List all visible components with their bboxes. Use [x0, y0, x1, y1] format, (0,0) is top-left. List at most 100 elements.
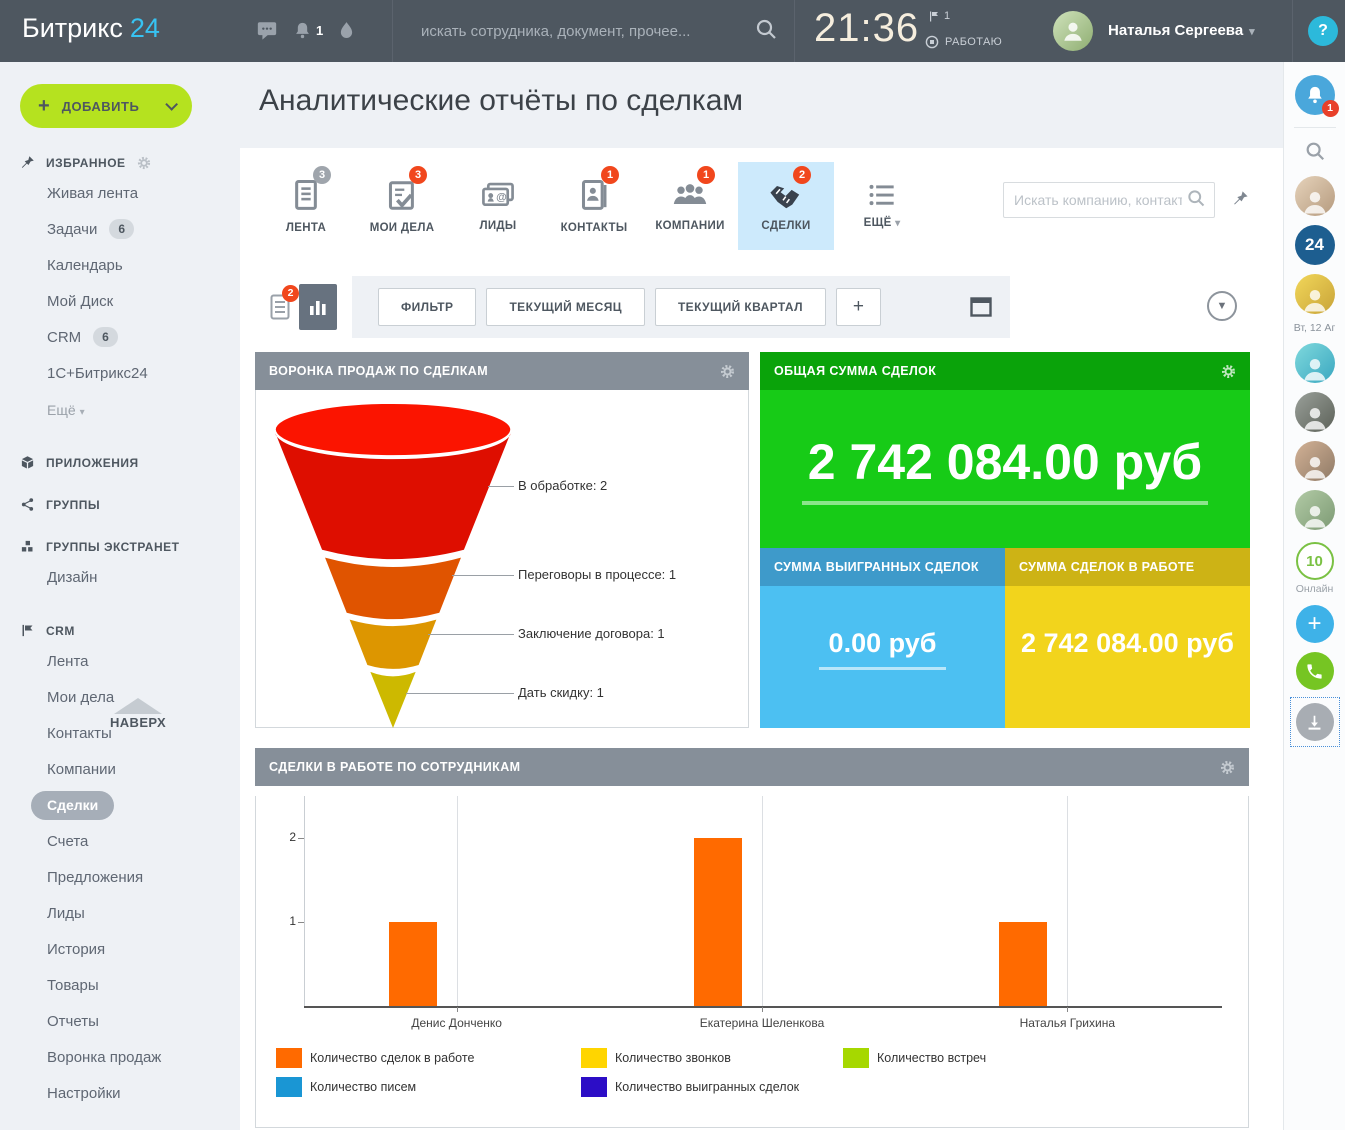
- rail-avatar-3[interactable]: [1295, 343, 1335, 383]
- sidebar-item-deals[interactable]: Сделки: [0, 788, 240, 824]
- x-tick-mark: [1067, 1007, 1068, 1012]
- content-card: ЛЕНТА3МОИ ДЕЛА3@ЛИДЫКОНТАКТЫ1КОМПАНИИ1СД…: [240, 148, 1283, 1130]
- funnel-connector: [428, 634, 514, 635]
- sidebar-section-header[interactable]: ПРИЛОЖЕНИЯ: [0, 455, 240, 470]
- sidebar-item-settings[interactable]: Настройки: [0, 1076, 240, 1112]
- crm-search-input[interactable]: [1004, 192, 1186, 208]
- bar-0[interactable]: [389, 922, 437, 1006]
- won-sum-value[interactable]: 0.00 руб: [819, 628, 947, 670]
- tab-more[interactable]: ЕЩЁ ▾: [834, 162, 930, 250]
- online-users-button[interactable]: 10: [1296, 542, 1334, 580]
- bar-2[interactable]: [999, 922, 1047, 1006]
- gear-icon[interactable]: [1220, 760, 1235, 775]
- back-to-top-button[interactable]: НАВЕРХ: [78, 698, 198, 732]
- add-button[interactable]: + ДОБАВИТЬ: [20, 84, 192, 128]
- sidebar-item-calendar[interactable]: Календарь: [0, 248, 240, 284]
- legend-item[interactable]: Количество сделок в работе: [276, 1048, 581, 1068]
- x-tick-mark: [457, 1007, 458, 1012]
- sidebar-item-1c-bitrix24[interactable]: 1С+Битрикс24: [0, 356, 240, 392]
- drop-icon[interactable]: [339, 21, 354, 40]
- rail-avatar-2[interactable]: [1295, 274, 1335, 314]
- clock[interactable]: 21:36: [814, 6, 919, 51]
- board-view-icon[interactable]: [970, 297, 992, 317]
- sidebar-section-header[interactable]: ГРУППЫ: [0, 497, 240, 512]
- help-button[interactable]: ?: [1308, 16, 1338, 46]
- won-sum-header: СУММА ВЫИГРАННЫХ СДЕЛОК: [760, 548, 1005, 586]
- sidebar-item-more[interactable]: Ещё▾: [0, 392, 240, 428]
- rail-avatar-5[interactable]: [1295, 441, 1335, 481]
- legend-item[interactable]: Количество писем: [276, 1077, 581, 1097]
- add-filter-button[interactable]: +: [836, 288, 882, 326]
- notifications-bell-icon[interactable]: 1: [294, 21, 323, 40]
- sidebar-section-header[interactable]: ИЗБРАННОЕ: [0, 155, 240, 170]
- sidebar-item-crm[interactable]: CRM6: [0, 320, 240, 356]
- search-icon[interactable]: [1186, 188, 1206, 213]
- rail-bitrix24-badge[interactable]: 24: [1295, 225, 1335, 265]
- legend-item[interactable]: Количество звонков: [581, 1048, 843, 1068]
- sidebar-item-label: 1С+Битрикс24: [47, 365, 148, 382]
- sidebar-item-feed[interactable]: Лента: [0, 644, 240, 680]
- sidebar-item-design[interactable]: Дизайн: [0, 560, 240, 596]
- flag-counter[interactable]: 1: [928, 10, 950, 23]
- tab-my-activities[interactable]: МОИ ДЕЛА3: [354, 162, 450, 250]
- sidebar-item-tasks[interactable]: Задачи6: [0, 212, 240, 248]
- tab-deals[interactable]: СДЕЛКИ2: [738, 162, 834, 250]
- funnel-panel-title: ВОРОНКА ПРОДАЖ ПО СДЕЛКАМ: [269, 364, 488, 378]
- legend-item[interactable]: Количество выигранных сделок: [581, 1077, 843, 1097]
- list-view-button[interactable]: 2: [270, 294, 290, 320]
- user-menu[interactable]: Наталья Сергеева▾: [1108, 22, 1255, 39]
- search-icon[interactable]: [754, 17, 778, 46]
- rail-avatar-6[interactable]: [1295, 490, 1335, 530]
- rail-search-icon[interactable]: [1304, 140, 1326, 167]
- gear-icon[interactable]: [137, 156, 151, 170]
- user-avatar[interactable]: [1053, 11, 1093, 51]
- bitrix24-logo[interactable]: Битрикс24: [22, 13, 160, 44]
- sidebar-section-header[interactable]: ГРУППЫ ЭКСТРАНЕТ: [0, 539, 240, 554]
- tab-label: ЛЕНТА: [286, 222, 326, 234]
- sidebar-item-live-feed[interactable]: Живая лента: [0, 176, 240, 212]
- tab-contacts[interactable]: КОНТАКТЫ1: [546, 162, 642, 250]
- sidebar-item-my-drive[interactable]: Мой Диск: [0, 284, 240, 320]
- bar-1[interactable]: [694, 838, 742, 1006]
- pin-icon[interactable]: [1232, 190, 1249, 210]
- sidebar-item-leads[interactable]: Лиды: [0, 896, 240, 932]
- rail-date-label: Вт, 12 Аг: [1294, 322, 1336, 334]
- y-tick-label: 2: [270, 830, 296, 844]
- sidebar-list: Живая лентаЗадачи6КалендарьМой ДискCRM6 1…: [0, 176, 240, 428]
- rail-add-button[interactable]: +: [1296, 605, 1334, 643]
- rail-call-button[interactable]: [1296, 652, 1334, 690]
- arrow-up-icon: [114, 698, 162, 714]
- tab-feed[interactable]: ЛЕНТА3: [258, 162, 354, 250]
- chart-view-button[interactable]: [299, 284, 337, 330]
- rail-download-button[interactable]: [1296, 703, 1334, 741]
- tab-badge: 1: [601, 166, 619, 184]
- sidebar-item-reports[interactable]: Отчеты: [0, 1004, 240, 1040]
- work-status-toggle[interactable]: РАБОТАЮ: [925, 35, 1002, 49]
- chart-legend: Количество сделок в работеКоличество зво…: [276, 1048, 1230, 1097]
- sidebar-item-history[interactable]: История: [0, 932, 240, 968]
- legend-item[interactable]: Количество встреч: [843, 1048, 1230, 1068]
- gear-icon[interactable]: [1221, 364, 1236, 379]
- sidebar-section-header[interactable]: CRM: [0, 623, 240, 638]
- rail-avatar-4[interactable]: [1295, 392, 1335, 432]
- current-month-button[interactable]: ТЕКУЩИЙ МЕСЯЦ: [486, 288, 645, 326]
- chat-icon[interactable]: [256, 20, 278, 41]
- filter-button[interactable]: ФИЛЬТР: [378, 288, 476, 326]
- total-sum-header: ОБЩАЯ СУММА СДЕЛОК: [760, 352, 1250, 390]
- sidebar-item-sales-funnel[interactable]: Воронка продаж: [0, 1040, 240, 1076]
- tab-badge: 2: [793, 166, 811, 184]
- deals-by-employee-panel: СДЕЛКИ В РАБОТЕ ПО СОТРУДНИКАМ 12Денис Д…: [255, 748, 1249, 1128]
- global-search-input[interactable]: [393, 23, 754, 40]
- tab-leads[interactable]: @ЛИДЫ: [450, 162, 546, 250]
- sidebar-item-companies[interactable]: Компании: [0, 752, 240, 788]
- gear-icon[interactable]: [720, 364, 735, 379]
- tab-companies[interactable]: КОМПАНИИ1: [642, 162, 738, 250]
- rail-notifications-button[interactable]: 1: [1295, 75, 1335, 115]
- total-sum-value[interactable]: 2 742 084.00 руб: [802, 433, 1208, 505]
- collapse-button[interactable]: ▼: [1207, 291, 1237, 321]
- sidebar-item-quotes[interactable]: Предложения: [0, 860, 240, 896]
- current-quarter-button[interactable]: ТЕКУЩИЙ КВАРТАЛ: [655, 288, 826, 326]
- sidebar-item-invoices[interactable]: Счета: [0, 824, 240, 860]
- rail-avatar-1[interactable]: [1295, 176, 1335, 216]
- sidebar-item-products[interactable]: Товары: [0, 968, 240, 1004]
